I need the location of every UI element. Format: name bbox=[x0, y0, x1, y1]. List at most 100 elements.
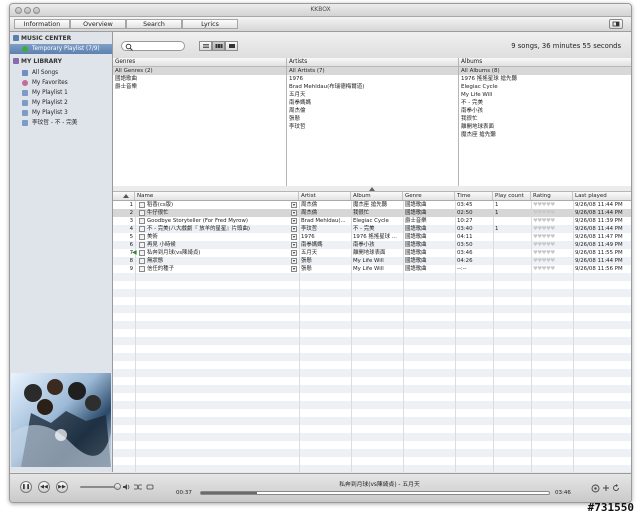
next-button[interactable]: ▶▶ bbox=[56, 481, 68, 493]
artists-list-item[interactable]: All Artists (7) bbox=[287, 67, 458, 75]
albums-list-item[interactable]: 我很忙 bbox=[459, 115, 631, 123]
genres-list-item[interactable]: 爵士音樂 bbox=[113, 83, 286, 91]
table-row[interactable]: 9 信任的種子 張懸 My Life Will 國語歌曲 --:-- ♥♥♥♥♥ 9/26/0… bbox=[113, 265, 631, 273]
albums-list-item[interactable]: 不 - 完美 bbox=[459, 99, 631, 107]
table-row[interactable]: 2 牛仔很忙 周杰倫 我很忙 國語歌曲 02:50 1 ♥♥♥♥♥ 9/26/08 11:44 … bbox=[113, 209, 631, 217]
browser-view-button[interactable] bbox=[212, 41, 225, 51]
song-menu-dropdown-icon[interactable]: ▾ bbox=[291, 242, 297, 248]
sidebar-item-temporary-playlist[interactable]: Temporary Playlist (7/9) bbox=[10, 44, 112, 54]
albums-list-item[interactable]: Elegiac Cycle bbox=[459, 83, 631, 91]
albums-list-item[interactable]: 魔杰座 搶先聽 bbox=[459, 131, 631, 139]
table-row[interactable]: 4 不 - 完美(八大戲劇『 放羊的星星』片頭曲) 李玟哲 不 - 完美 國語歌曲 03:… bbox=[113, 225, 631, 233]
genres-list-item[interactable]: All Genres (2) bbox=[113, 67, 286, 75]
volume-knob[interactable] bbox=[114, 483, 121, 490]
song-menu-dropdown-icon[interactable]: ▾ bbox=[291, 250, 297, 256]
tab-search[interactable]: Search bbox=[126, 19, 182, 29]
albums-column[interactable]: Albums All Albums (8) 1976 搖搖星球 搶先聽 Elegia… bbox=[459, 58, 631, 186]
sidebar-item-my-playlist-1[interactable]: My Playlist 1 bbox=[10, 88, 112, 98]
sidebar-item-my-playlist-2[interactable]: My Playlist 2 bbox=[10, 98, 112, 108]
genres-list[interactable]: All Genres (2) 國語歌曲 爵士音樂 bbox=[113, 67, 286, 91]
artists-list-item[interactable]: 五月天 bbox=[287, 91, 458, 99]
cell-num: 7 bbox=[129, 250, 133, 256]
splitter-arrow-icon bbox=[369, 187, 375, 191]
col-header-genre[interactable]: Genre bbox=[403, 192, 455, 200]
genres-list-item[interactable]: 國語歌曲 bbox=[113, 75, 286, 83]
tab-information[interactable]: Information bbox=[14, 19, 70, 29]
song-lyrics-icon[interactable] bbox=[139, 266, 145, 272]
song-lyrics-icon[interactable] bbox=[139, 234, 145, 240]
artists-column[interactable]: Artists All Artists (7) 1976 Brad Mehldau(… bbox=[287, 58, 459, 186]
song-lyrics-icon[interactable] bbox=[139, 202, 145, 208]
cell-time: 10:27 bbox=[457, 218, 473, 224]
sidebar-item-album-playlist[interactable]: 李玟哲 - 不 - 完美 bbox=[10, 118, 112, 128]
table-row[interactable]: 1 稻香(cs版) 周杰倫 魔杰座 搶先聽 國語歌曲 03:45 1 ♥♥♥♥♥ 9/26/08… bbox=[113, 201, 631, 209]
previous-button[interactable]: ◀◀ bbox=[38, 481, 50, 493]
sidebar-item-my-playlist-3[interactable]: My Playlist 3 bbox=[10, 108, 112, 118]
albums-list-item[interactable]: 離開地球表面 bbox=[459, 123, 631, 131]
cell-album: 1976 搖搖星球 ... bbox=[353, 234, 397, 240]
equalizer-icon[interactable] bbox=[591, 484, 600, 493]
col-header-artist[interactable]: Artist bbox=[299, 192, 351, 200]
sidebar-item-all-songs[interactable]: All Songs bbox=[10, 68, 112, 78]
list-view-button[interactable] bbox=[199, 41, 212, 51]
song-menu-dropdown-icon[interactable]: ▾ bbox=[291, 258, 297, 264]
col-header-number[interactable] bbox=[113, 192, 135, 200]
table-row[interactable]: 8 無狀態 張懸 My Life Will 國語歌曲 04:26 ♥♥♥♥♥ 9/26/08 … bbox=[113, 257, 631, 265]
tab-lyrics[interactable]: Lyrics bbox=[182, 19, 238, 29]
artists-list-item[interactable]: 周杰倫 bbox=[287, 107, 458, 115]
sidebar-item-my-favorites[interactable]: My Favorites bbox=[10, 78, 112, 88]
albums-list-item[interactable]: 南拳小孩 bbox=[459, 107, 631, 115]
song-menu-dropdown-icon[interactable]: ▾ bbox=[291, 202, 297, 208]
table-row[interactable]: 7 私奔到月球(vs陳綺貞) 五月天 離開地球表面 國語歌曲 03:46 ♥♥♥♥♥ 9/26… bbox=[113, 249, 631, 257]
add-icon[interactable] bbox=[602, 484, 610, 492]
shuffle-icon[interactable] bbox=[134, 483, 142, 491]
image-watermark: #731550 bbox=[587, 501, 634, 514]
progress-bar[interactable] bbox=[200, 491, 550, 495]
col-header-name[interactable]: Name bbox=[135, 192, 299, 200]
song-menu-dropdown-icon[interactable]: ▾ bbox=[291, 234, 297, 240]
volume-slider[interactable] bbox=[80, 486, 116, 488]
genres-column[interactable]: Genres All Genres (2) 國語歌曲 爵士音樂 bbox=[113, 58, 287, 186]
song-menu-dropdown-icon[interactable]: ▾ bbox=[291, 210, 297, 216]
repeat-icon[interactable] bbox=[146, 483, 154, 491]
artists-list-item[interactable]: 1976 bbox=[287, 75, 458, 83]
albums-list[interactable]: All Albums (8) 1976 搖搖星球 搶先聽 Elegiac Cycle… bbox=[459, 67, 631, 139]
col-header-time[interactable]: Time bbox=[455, 192, 493, 200]
col-header-last-played[interactable]: Last played bbox=[573, 192, 631, 200]
song-lyrics-icon[interactable] bbox=[139, 250, 145, 256]
cell-time: 03:46 bbox=[457, 250, 473, 256]
cover-view-button[interactable] bbox=[225, 41, 238, 51]
artists-list-item[interactable]: 南拳媽媽 bbox=[287, 99, 458, 107]
table-row[interactable]: 6 再見 小時候 南拳媽媽 南拳小孩 國語歌曲 03:50 ♥♥♥♥♥ 9/26/08 11:… bbox=[113, 241, 631, 249]
col-header-rating[interactable]: Rating bbox=[531, 192, 573, 200]
col-header-album[interactable]: Album bbox=[351, 192, 403, 200]
table-row[interactable]: 3 Goodbye Storyteller (For Fred Myrow) Bra… bbox=[113, 217, 631, 225]
artists-list-item[interactable]: 李玟哲 bbox=[287, 123, 458, 131]
search-input[interactable] bbox=[121, 41, 185, 51]
cell-name: 再見 小時候 bbox=[147, 242, 176, 248]
albums-list-item[interactable]: All Albums (8) bbox=[459, 67, 631, 75]
artists-list[interactable]: All Artists (7) 1976 Brad Mehldau(布瑞德梅爾道) 五… bbox=[287, 67, 458, 131]
song-lyrics-icon[interactable] bbox=[139, 242, 145, 248]
toggle-panel-button[interactable] bbox=[609, 19, 623, 29]
song-menu-dropdown-icon[interactable]: ▾ bbox=[291, 226, 297, 232]
song-lyrics-icon[interactable] bbox=[139, 218, 145, 224]
song-menu-dropdown-icon[interactable]: ▾ bbox=[291, 266, 297, 272]
albums-list-item[interactable]: 1976 搖搖星球 搶先聽 bbox=[459, 75, 631, 83]
albums-list-item[interactable]: My Life Will bbox=[459, 91, 631, 99]
col-header-play-count[interactable]: Play count bbox=[493, 192, 531, 200]
pause-button[interactable]: ❚❚ bbox=[20, 481, 32, 493]
refresh-icon[interactable] bbox=[612, 484, 620, 492]
cell-artist: Brad Mehldau(... bbox=[301, 218, 346, 224]
cell-genre: 國語歌曲 bbox=[405, 202, 427, 208]
artists-list-item[interactable]: 張懸 bbox=[287, 115, 458, 123]
cell-last: 9/26/08 11:55 PM bbox=[575, 250, 623, 256]
song-menu-dropdown-icon[interactable]: ▾ bbox=[291, 218, 297, 224]
library-summary: 9 songs, 36 minutes 55 seconds bbox=[511, 42, 621, 50]
song-lyrics-icon[interactable] bbox=[139, 210, 145, 216]
table-row[interactable]: 5 美術 1976 1976 搖搖星球 ... 國語歌曲 04:11 ♥♥♥♥♥ 9/26/0… bbox=[113, 233, 631, 241]
tab-overview[interactable]: Overview bbox=[70, 19, 126, 29]
artists-list-item[interactable]: Brad Mehldau(布瑞德梅爾道) bbox=[287, 83, 458, 91]
song-lyrics-icon[interactable] bbox=[139, 226, 145, 232]
song-lyrics-icon[interactable] bbox=[139, 258, 145, 264]
